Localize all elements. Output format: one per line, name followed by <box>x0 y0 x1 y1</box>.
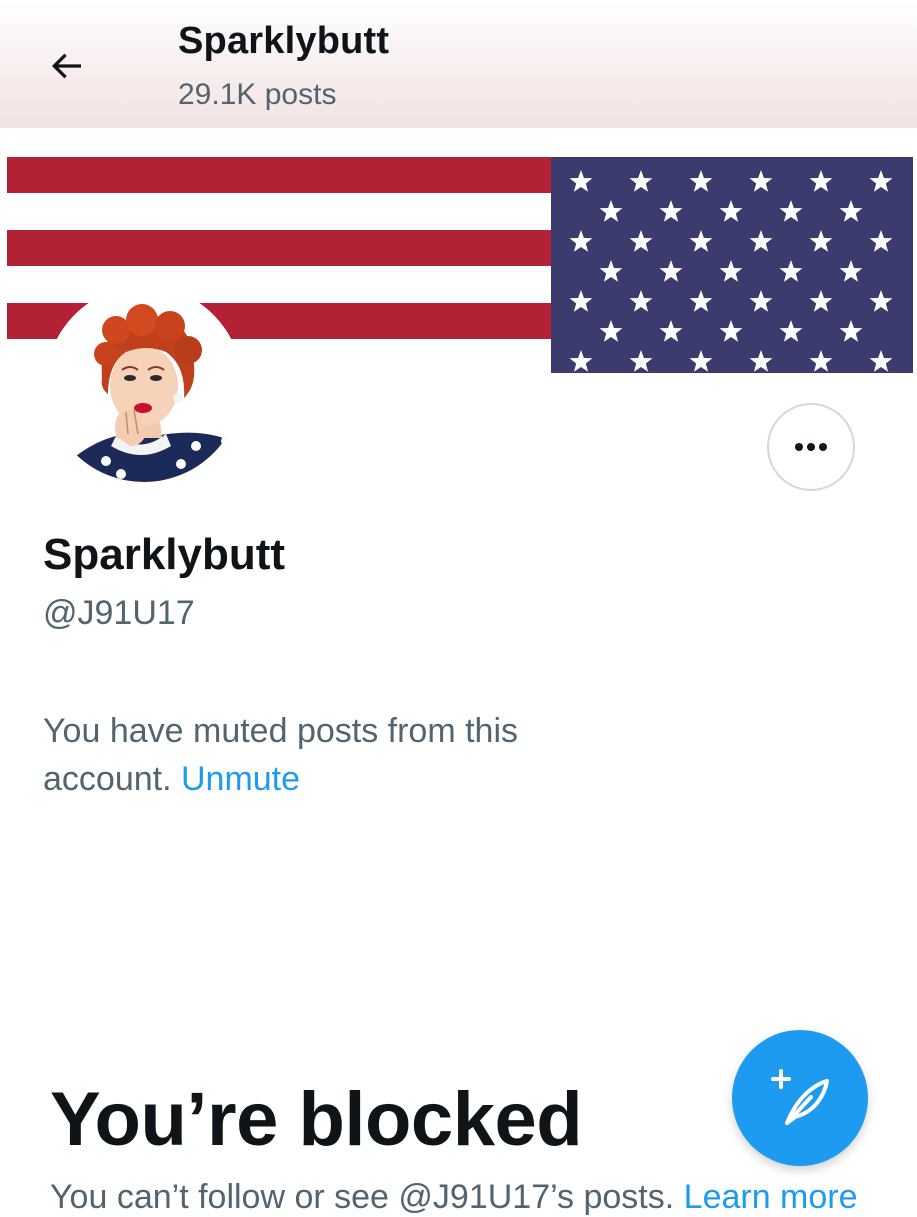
blocked-title: You’re blocked <box>50 1077 583 1162</box>
unmute-link[interactable]: Unmute <box>181 760 300 798</box>
back-arrow-icon <box>51 53 81 79</box>
profile-display-name: Sparklybutt <box>43 530 286 579</box>
blocked-description: You can’t follow or see @J91U17’s posts.… <box>50 1178 858 1217</box>
compose-post-icon <box>771 1069 829 1125</box>
back-button[interactable] <box>36 36 96 96</box>
more-horizontal-icon <box>795 443 827 451</box>
top-header: Sparklybutt 29.1K posts <box>0 0 917 128</box>
learn-more-link[interactable]: Learn more <box>684 1178 858 1216</box>
compose-post-button[interactable] <box>732 1030 868 1166</box>
profile-handle: @J91U17 <box>43 594 195 632</box>
profile-avatar[interactable] <box>46 286 242 482</box>
header-post-count: 29.1K posts <box>178 78 337 111</box>
header-display-name: Sparklybutt <box>178 20 390 62</box>
avatar-image <box>46 286 242 482</box>
more-options-button[interactable] <box>767 403 855 491</box>
muted-notice: You have muted posts from this account. … <box>43 707 643 803</box>
blocked-description-text: You can’t follow or see @J91U17’s posts. <box>50 1178 684 1216</box>
